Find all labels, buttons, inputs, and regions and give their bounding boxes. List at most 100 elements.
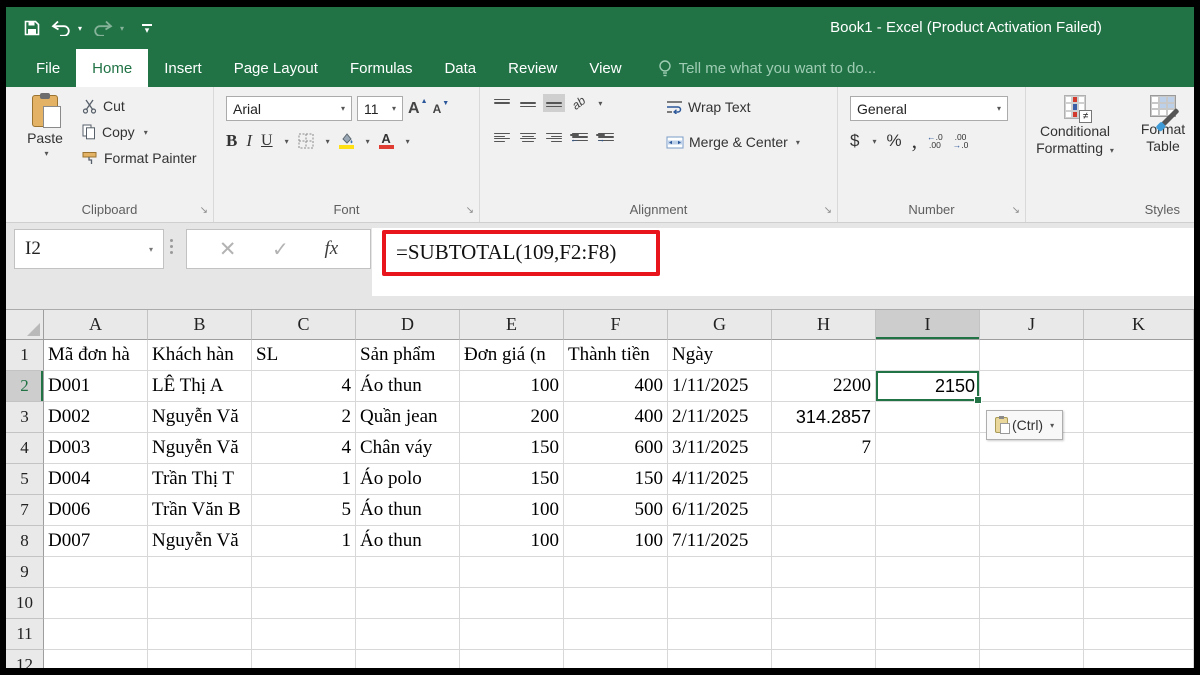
enter-icon[interactable]: ✓ — [272, 237, 289, 262]
cell-A9[interactable] — [44, 557, 148, 588]
redo-icon[interactable] — [92, 20, 114, 36]
copy-dropdown-icon[interactable]: ▾ — [144, 128, 148, 137]
tab-data[interactable]: Data — [428, 49, 492, 87]
number-dialog-launcher-icon[interactable]: ↘ — [1012, 205, 1020, 216]
alignment-dialog-launcher-icon[interactable]: ↘ — [824, 205, 832, 216]
cell-D2[interactable]: Áo thun — [356, 371, 460, 402]
cell-I7[interactable] — [876, 495, 980, 526]
cell-A3[interactable]: D002 — [44, 402, 148, 433]
cell-I10[interactable] — [876, 588, 980, 619]
font-size-select[interactable]: 11▾ — [357, 96, 403, 121]
cell-E10[interactable] — [460, 588, 564, 619]
cell-H12[interactable] — [772, 650, 876, 668]
cell-A7[interactable]: D006 — [44, 495, 148, 526]
cell-E12[interactable] — [460, 650, 564, 668]
cell-B7[interactable]: Trần Văn B — [148, 495, 252, 526]
cell-H2[interactable]: 2200 — [772, 371, 876, 402]
row-header-3[interactable]: 3 — [6, 402, 44, 433]
fill-color-dropdown-icon[interactable]: ▾ — [366, 137, 370, 146]
column-header-A[interactable]: A — [44, 310, 148, 340]
align-left-button[interactable] — [494, 131, 510, 143]
cell-I3[interactable] — [876, 402, 980, 433]
tab-view[interactable]: View — [573, 49, 637, 87]
top-align-button[interactable] — [494, 97, 510, 109]
undo-dropdown-icon[interactable]: ▾ — [78, 24, 82, 33]
column-header-C[interactable]: C — [252, 310, 356, 340]
cell-E7[interactable]: 100 — [460, 495, 564, 526]
row-header-11[interactable]: 11 — [6, 619, 44, 650]
cell-D7[interactable]: Áo thun — [356, 495, 460, 526]
cell-D11[interactable] — [356, 619, 460, 650]
cell-H3[interactable]: 314.2857 — [772, 402, 876, 433]
tab-formulas[interactable]: Formulas — [334, 49, 429, 87]
tell-me-box[interactable]: Tell me what you want to do... — [658, 49, 877, 87]
cell-A5[interactable]: D004 — [44, 464, 148, 495]
cell-G3[interactable]: 2/11/2025 — [668, 402, 772, 433]
merge-center-dropdown-icon[interactable]: ▾ — [796, 138, 800, 147]
tab-home[interactable]: Home — [76, 49, 148, 87]
cell-G4[interactable]: 3/11/2025 — [668, 433, 772, 464]
redo-dropdown-icon[interactable]: ▾ — [120, 24, 124, 33]
column-header-B[interactable]: B — [148, 310, 252, 340]
cell-I1[interactable] — [876, 340, 980, 371]
cell-C1[interactable]: SL — [252, 340, 356, 371]
cell-E3[interactable]: 200 — [460, 402, 564, 433]
underline-dropdown-icon[interactable]: ▾ — [285, 137, 289, 146]
cell-K4[interactable] — [1084, 433, 1194, 464]
cell-B10[interactable] — [148, 588, 252, 619]
select-all-corner[interactable] — [6, 310, 44, 340]
column-header-I[interactable]: I — [876, 310, 980, 340]
increase-decimal-button[interactable]: ←.0 .00 — [927, 133, 943, 149]
cell-G5[interactable]: 4/11/2025 — [668, 464, 772, 495]
cell-A11[interactable] — [44, 619, 148, 650]
cell-E11[interactable] — [460, 619, 564, 650]
cell-F1[interactable]: Thành tiền — [564, 340, 668, 371]
row-header-12[interactable]: 12 — [6, 650, 44, 668]
undo-icon[interactable] — [50, 20, 72, 36]
column-header-K[interactable]: K — [1084, 310, 1194, 340]
tab-page-layout[interactable]: Page Layout — [218, 49, 334, 87]
cell-E1[interactable]: Đơn giá (n — [460, 340, 564, 371]
fill-color-button[interactable] — [339, 133, 354, 149]
cell-B11[interactable] — [148, 619, 252, 650]
italic-button[interactable]: I — [246, 131, 252, 151]
customize-qat-icon[interactable]: ▾ — [142, 24, 152, 32]
tab-review[interactable]: Review — [492, 49, 573, 87]
cell-K7[interactable] — [1084, 495, 1194, 526]
paste-options-button[interactable]: (Ctrl) ▾ — [986, 410, 1063, 440]
cell-B12[interactable] — [148, 650, 252, 668]
insert-function-icon[interactable]: fx — [324, 238, 338, 260]
cell-F4[interactable]: 600 — [564, 433, 668, 464]
cell-I11[interactable] — [876, 619, 980, 650]
cell-K8[interactable] — [1084, 526, 1194, 557]
cell-G8[interactable]: 7/11/2025 — [668, 526, 772, 557]
increase-font-icon[interactable]: A▲ — [408, 100, 420, 118]
cell-D3[interactable]: Quần jean — [356, 402, 460, 433]
cell-B1[interactable]: Khách hàn — [148, 340, 252, 371]
font-color-button[interactable]: A — [379, 133, 394, 149]
cell-J1[interactable] — [980, 340, 1084, 371]
bottom-align-button[interactable] — [546, 97, 562, 109]
conditional-formatting-button[interactable]: ≠ ConditionalFormatting ▾ — [1032, 95, 1118, 159]
merge-center-button[interactable]: Merge & Center ▾ — [666, 134, 800, 150]
cell-I12[interactable] — [876, 650, 980, 668]
cell-E5[interactable]: 150 — [460, 464, 564, 495]
cell-G10[interactable] — [668, 588, 772, 619]
font-color-dropdown-icon[interactable]: ▾ — [406, 137, 410, 146]
row-header-10[interactable]: 10 — [6, 588, 44, 619]
cell-E8[interactable]: 100 — [460, 526, 564, 557]
cell-H10[interactable] — [772, 588, 876, 619]
cell-B9[interactable] — [148, 557, 252, 588]
cell-G7[interactable]: 6/11/2025 — [668, 495, 772, 526]
cell-J10[interactable] — [980, 588, 1084, 619]
cell-H11[interactable] — [772, 619, 876, 650]
format-as-table-button[interactable]: FormatTable — [1120, 95, 1200, 155]
cell-A12[interactable] — [44, 650, 148, 668]
cell-F10[interactable] — [564, 588, 668, 619]
cell-D1[interactable]: Sản phẩm — [356, 340, 460, 371]
cell-F11[interactable] — [564, 619, 668, 650]
cell-K3[interactable] — [1084, 402, 1194, 433]
column-header-G[interactable]: G — [668, 310, 772, 340]
cell-J11[interactable] — [980, 619, 1084, 650]
tab-file[interactable]: File — [20, 49, 76, 87]
